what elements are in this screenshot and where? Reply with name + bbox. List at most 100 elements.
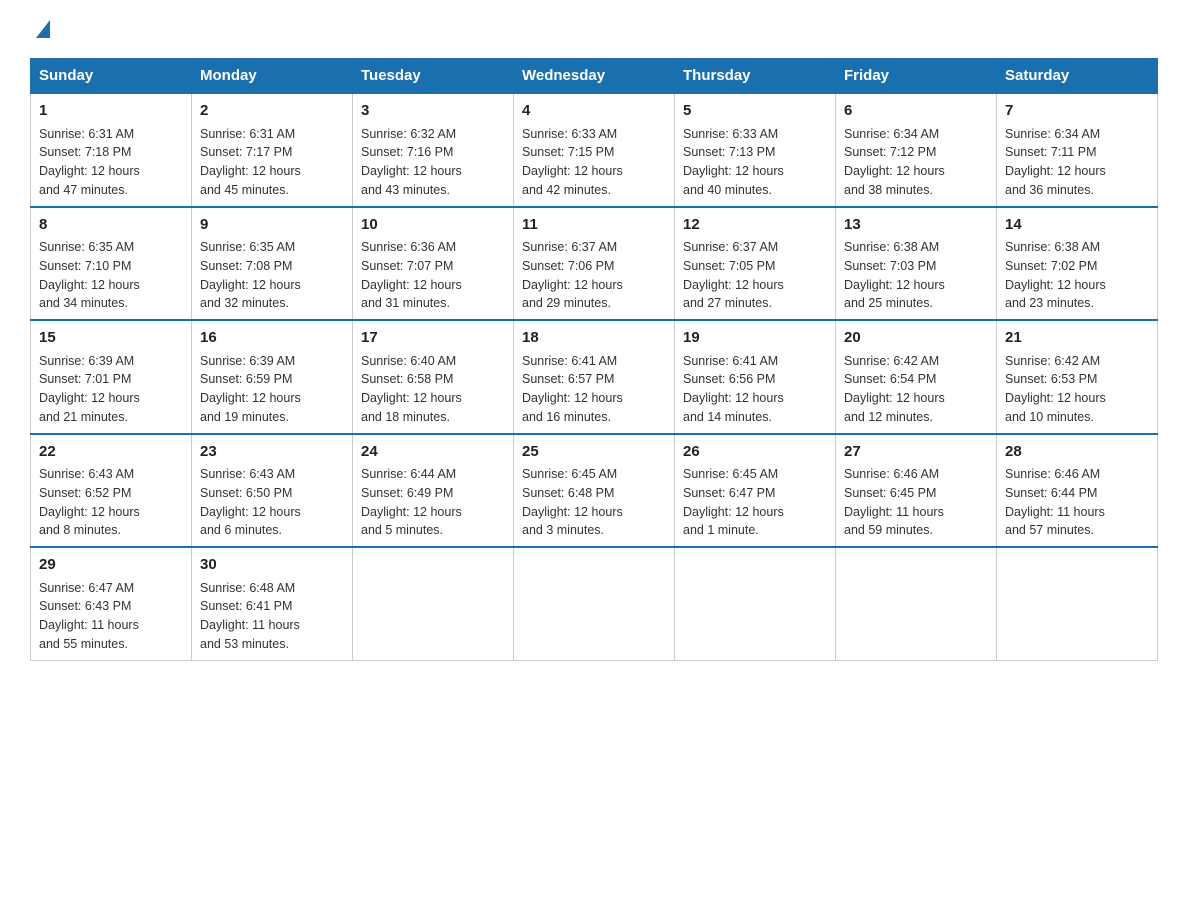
day-number: 29 [39, 554, 183, 577]
day-number: 7 [1005, 100, 1149, 123]
day-info: Sunrise: 6:34 AMSunset: 7:11 PMDaylight:… [1005, 127, 1106, 197]
day-number: 30 [200, 554, 344, 577]
day-info: Sunrise: 6:32 AMSunset: 7:16 PMDaylight:… [361, 127, 462, 197]
header-sunday: Sunday [31, 59, 192, 94]
day-number: 5 [683, 100, 827, 123]
day-number: 6 [844, 100, 988, 123]
calendar-cell [836, 547, 997, 660]
calendar-cell: 28 Sunrise: 6:46 AMSunset: 6:44 PMDayligh… [997, 434, 1158, 548]
day-number: 13 [844, 214, 988, 237]
calendar-cell: 15 Sunrise: 6:39 AMSunset: 7:01 PMDayligh… [31, 320, 192, 434]
day-info: Sunrise: 6:45 AMSunset: 6:48 PMDaylight:… [522, 467, 623, 537]
day-info: Sunrise: 6:47 AMSunset: 6:43 PMDaylight:… [39, 581, 139, 651]
calendar-cell: 11 Sunrise: 6:37 AMSunset: 7:06 PMDayligh… [514, 207, 675, 321]
day-number: 17 [361, 327, 505, 350]
calendar-cell: 19 Sunrise: 6:41 AMSunset: 6:56 PMDayligh… [675, 320, 836, 434]
day-number: 1 [39, 100, 183, 123]
day-info: Sunrise: 6:38 AMSunset: 7:03 PMDaylight:… [844, 240, 945, 310]
calendar-cell: 29 Sunrise: 6:47 AMSunset: 6:43 PMDayligh… [31, 547, 192, 660]
day-info: Sunrise: 6:35 AMSunset: 7:08 PMDaylight:… [200, 240, 301, 310]
day-info: Sunrise: 6:41 AMSunset: 6:56 PMDaylight:… [683, 354, 784, 424]
calendar-cell: 3 Sunrise: 6:32 AMSunset: 7:16 PMDaylight… [353, 93, 514, 207]
calendar-cell: 30 Sunrise: 6:48 AMSunset: 6:41 PMDayligh… [192, 547, 353, 660]
calendar-cell: 1 Sunrise: 6:31 AMSunset: 7:18 PMDaylight… [31, 93, 192, 207]
calendar-cell: 22 Sunrise: 6:43 AMSunset: 6:52 PMDayligh… [31, 434, 192, 548]
day-number: 3 [361, 100, 505, 123]
calendar-cell: 2 Sunrise: 6:31 AMSunset: 7:17 PMDaylight… [192, 93, 353, 207]
calendar-cell: 4Sunrise: 6:33 AMSunset: 7:15 PMDaylight… [514, 93, 675, 207]
day-info: Sunrise: 6:31 AMSunset: 7:17 PMDaylight:… [200, 127, 301, 197]
calendar-week-1: 1 Sunrise: 6:31 AMSunset: 7:18 PMDaylight… [31, 93, 1158, 207]
day-number: 25 [522, 441, 666, 464]
day-info: Sunrise: 6:42 AMSunset: 6:54 PMDaylight:… [844, 354, 945, 424]
day-info: Sunrise: 6:35 AMSunset: 7:10 PMDaylight:… [39, 240, 140, 310]
day-info: Sunrise: 6:39 AMSunset: 7:01 PMDaylight:… [39, 354, 140, 424]
day-info: Sunrise: 6:48 AMSunset: 6:41 PMDaylight:… [200, 581, 300, 651]
day-info: Sunrise: 6:36 AMSunset: 7:07 PMDaylight:… [361, 240, 462, 310]
day-number: 16 [200, 327, 344, 350]
calendar-cell: 8Sunrise: 6:35 AMSunset: 7:10 PMDaylight… [31, 207, 192, 321]
day-info: Sunrise: 6:43 AMSunset: 6:50 PMDaylight:… [200, 467, 301, 537]
day-number: 11 [522, 214, 666, 237]
calendar-week-3: 15 Sunrise: 6:39 AMSunset: 7:01 PMDayligh… [31, 320, 1158, 434]
calendar-cell: 24 Sunrise: 6:44 AMSunset: 6:49 PMDayligh… [353, 434, 514, 548]
day-info: Sunrise: 6:39 AMSunset: 6:59 PMDaylight:… [200, 354, 301, 424]
day-info: Sunrise: 6:42 AMSunset: 6:53 PMDaylight:… [1005, 354, 1106, 424]
calendar-cell: 26Sunrise: 6:45 AMSunset: 6:47 PMDayligh… [675, 434, 836, 548]
day-number: 21 [1005, 327, 1149, 350]
calendar-header-row: SundayMondayTuesdayWednesdayThursdayFrid… [31, 59, 1158, 94]
calendar-week-5: 29 Sunrise: 6:47 AMSunset: 6:43 PMDayligh… [31, 547, 1158, 660]
calendar-cell: 21 Sunrise: 6:42 AMSunset: 6:53 PMDayligh… [997, 320, 1158, 434]
calendar-cell: 10 Sunrise: 6:36 AMSunset: 7:07 PMDayligh… [353, 207, 514, 321]
day-number: 10 [361, 214, 505, 237]
day-number: 22 [39, 441, 183, 464]
day-info: Sunrise: 6:44 AMSunset: 6:49 PMDaylight:… [361, 467, 462, 537]
logo [30, 20, 50, 38]
day-number: 27 [844, 441, 988, 464]
calendar-cell: 13 Sunrise: 6:38 AMSunset: 7:03 PMDayligh… [836, 207, 997, 321]
day-number: 20 [844, 327, 988, 350]
calendar-cell: 5Sunrise: 6:33 AMSunset: 7:13 PMDaylight… [675, 93, 836, 207]
day-info: Sunrise: 6:31 AMSunset: 7:18 PMDaylight:… [39, 127, 140, 197]
header-friday: Friday [836, 59, 997, 94]
logo-blue-text [30, 20, 50, 38]
calendar-cell [675, 547, 836, 660]
calendar-cell: 16 Sunrise: 6:39 AMSunset: 6:59 PMDayligh… [192, 320, 353, 434]
day-number: 14 [1005, 214, 1149, 237]
day-number: 4 [522, 100, 666, 123]
calendar-cell: 7 Sunrise: 6:34 AMSunset: 7:11 PMDaylight… [997, 93, 1158, 207]
calendar-cell: 9Sunrise: 6:35 AMSunset: 7:08 PMDaylight… [192, 207, 353, 321]
day-info: Sunrise: 6:41 AMSunset: 6:57 PMDaylight:… [522, 354, 623, 424]
day-info: Sunrise: 6:46 AMSunset: 6:45 PMDaylight:… [844, 467, 944, 537]
calendar-cell: 27 Sunrise: 6:46 AMSunset: 6:45 PMDayligh… [836, 434, 997, 548]
day-info: Sunrise: 6:45 AMSunset: 6:47 PMDaylight:… [683, 467, 784, 537]
calendar-week-4: 22 Sunrise: 6:43 AMSunset: 6:52 PMDayligh… [31, 434, 1158, 548]
day-info: Sunrise: 6:37 AMSunset: 7:05 PMDaylight:… [683, 240, 784, 310]
day-number: 18 [522, 327, 666, 350]
page-header [30, 20, 1158, 38]
header-thursday: Thursday [675, 59, 836, 94]
calendar-cell [353, 547, 514, 660]
day-number: 15 [39, 327, 183, 350]
day-number: 28 [1005, 441, 1149, 464]
day-number: 24 [361, 441, 505, 464]
day-number: 2 [200, 100, 344, 123]
calendar-cell: 18 Sunrise: 6:41 AMSunset: 6:57 PMDayligh… [514, 320, 675, 434]
day-info: Sunrise: 6:37 AMSunset: 7:06 PMDaylight:… [522, 240, 623, 310]
day-info: Sunrise: 6:34 AMSunset: 7:12 PMDaylight:… [844, 127, 945, 197]
day-number: 19 [683, 327, 827, 350]
logo-triangle-icon [36, 20, 50, 38]
day-number: 23 [200, 441, 344, 464]
day-info: Sunrise: 6:46 AMSunset: 6:44 PMDaylight:… [1005, 467, 1105, 537]
calendar-cell [997, 547, 1158, 660]
header-monday: Monday [192, 59, 353, 94]
day-info: Sunrise: 6:43 AMSunset: 6:52 PMDaylight:… [39, 467, 140, 537]
calendar-week-2: 8Sunrise: 6:35 AMSunset: 7:10 PMDaylight… [31, 207, 1158, 321]
header-saturday: Saturday [997, 59, 1158, 94]
calendar-cell: 12Sunrise: 6:37 AMSunset: 7:05 PMDayligh… [675, 207, 836, 321]
calendar-table: SundayMondayTuesdayWednesdayThursdayFrid… [30, 58, 1158, 661]
calendar-cell: 23 Sunrise: 6:43 AMSunset: 6:50 PMDayligh… [192, 434, 353, 548]
calendar-cell: 25 Sunrise: 6:45 AMSunset: 6:48 PMDayligh… [514, 434, 675, 548]
calendar-cell: 6 Sunrise: 6:34 AMSunset: 7:12 PMDaylight… [836, 93, 997, 207]
day-info: Sunrise: 6:40 AMSunset: 6:58 PMDaylight:… [361, 354, 462, 424]
